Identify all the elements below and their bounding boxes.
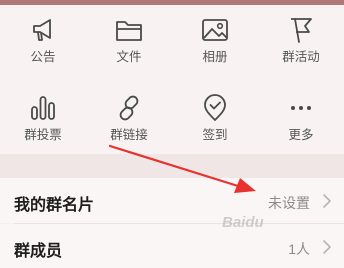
photo-icon: [202, 19, 228, 41]
tool-group-activity[interactable]: 群活动: [258, 5, 344, 75]
tool-group-link[interactable]: 群链接: [86, 83, 172, 153]
tool-label: 签到: [202, 128, 228, 142]
tool-checkin[interactable]: 签到: [172, 83, 258, 153]
tool-album[interactable]: 相册: [172, 5, 258, 75]
tool-label: 群链接: [110, 128, 148, 142]
row-title: 我的群名片: [14, 197, 95, 214]
row-value: 未设置: [268, 195, 310, 211]
flag-icon: [291, 18, 312, 43]
checkin-pin-icon: [204, 94, 226, 121]
link-icon: [119, 95, 139, 121]
folder-icon: [116, 21, 142, 41]
my-group-card-row[interactable]: 我的群名片 未设置: [0, 178, 344, 223]
tool-label: 更多: [288, 128, 314, 142]
tool-label: 群投票: [24, 128, 62, 142]
tool-label: 相册: [202, 50, 228, 64]
megaphone-icon: [33, 19, 51, 41]
more-dots-icon: [291, 106, 311, 110]
chevron-right-icon: [323, 194, 331, 208]
section-separator: [0, 154, 344, 178]
tool-label: 文件: [116, 50, 142, 64]
tool-announcement[interactable]: 公告: [0, 5, 86, 75]
group-tools-grid: 公告 文件 相册 群活动 群投票 群链接 签到 更多: [0, 5, 344, 154]
tool-label: 公告: [30, 50, 56, 64]
tool-label: 群活动: [282, 50, 320, 64]
tool-files[interactable]: 文件: [86, 5, 172, 75]
group-members-row[interactable]: 群成员 1人: [0, 224, 344, 268]
chevron-right-icon: [323, 240, 331, 254]
tool-more[interactable]: 更多: [258, 83, 344, 153]
tool-group-vote[interactable]: 群投票: [0, 83, 86, 153]
row-value: 1人: [288, 241, 310, 257]
row-title: 群成员: [14, 243, 63, 260]
vote-bars-icon: [31, 96, 55, 120]
